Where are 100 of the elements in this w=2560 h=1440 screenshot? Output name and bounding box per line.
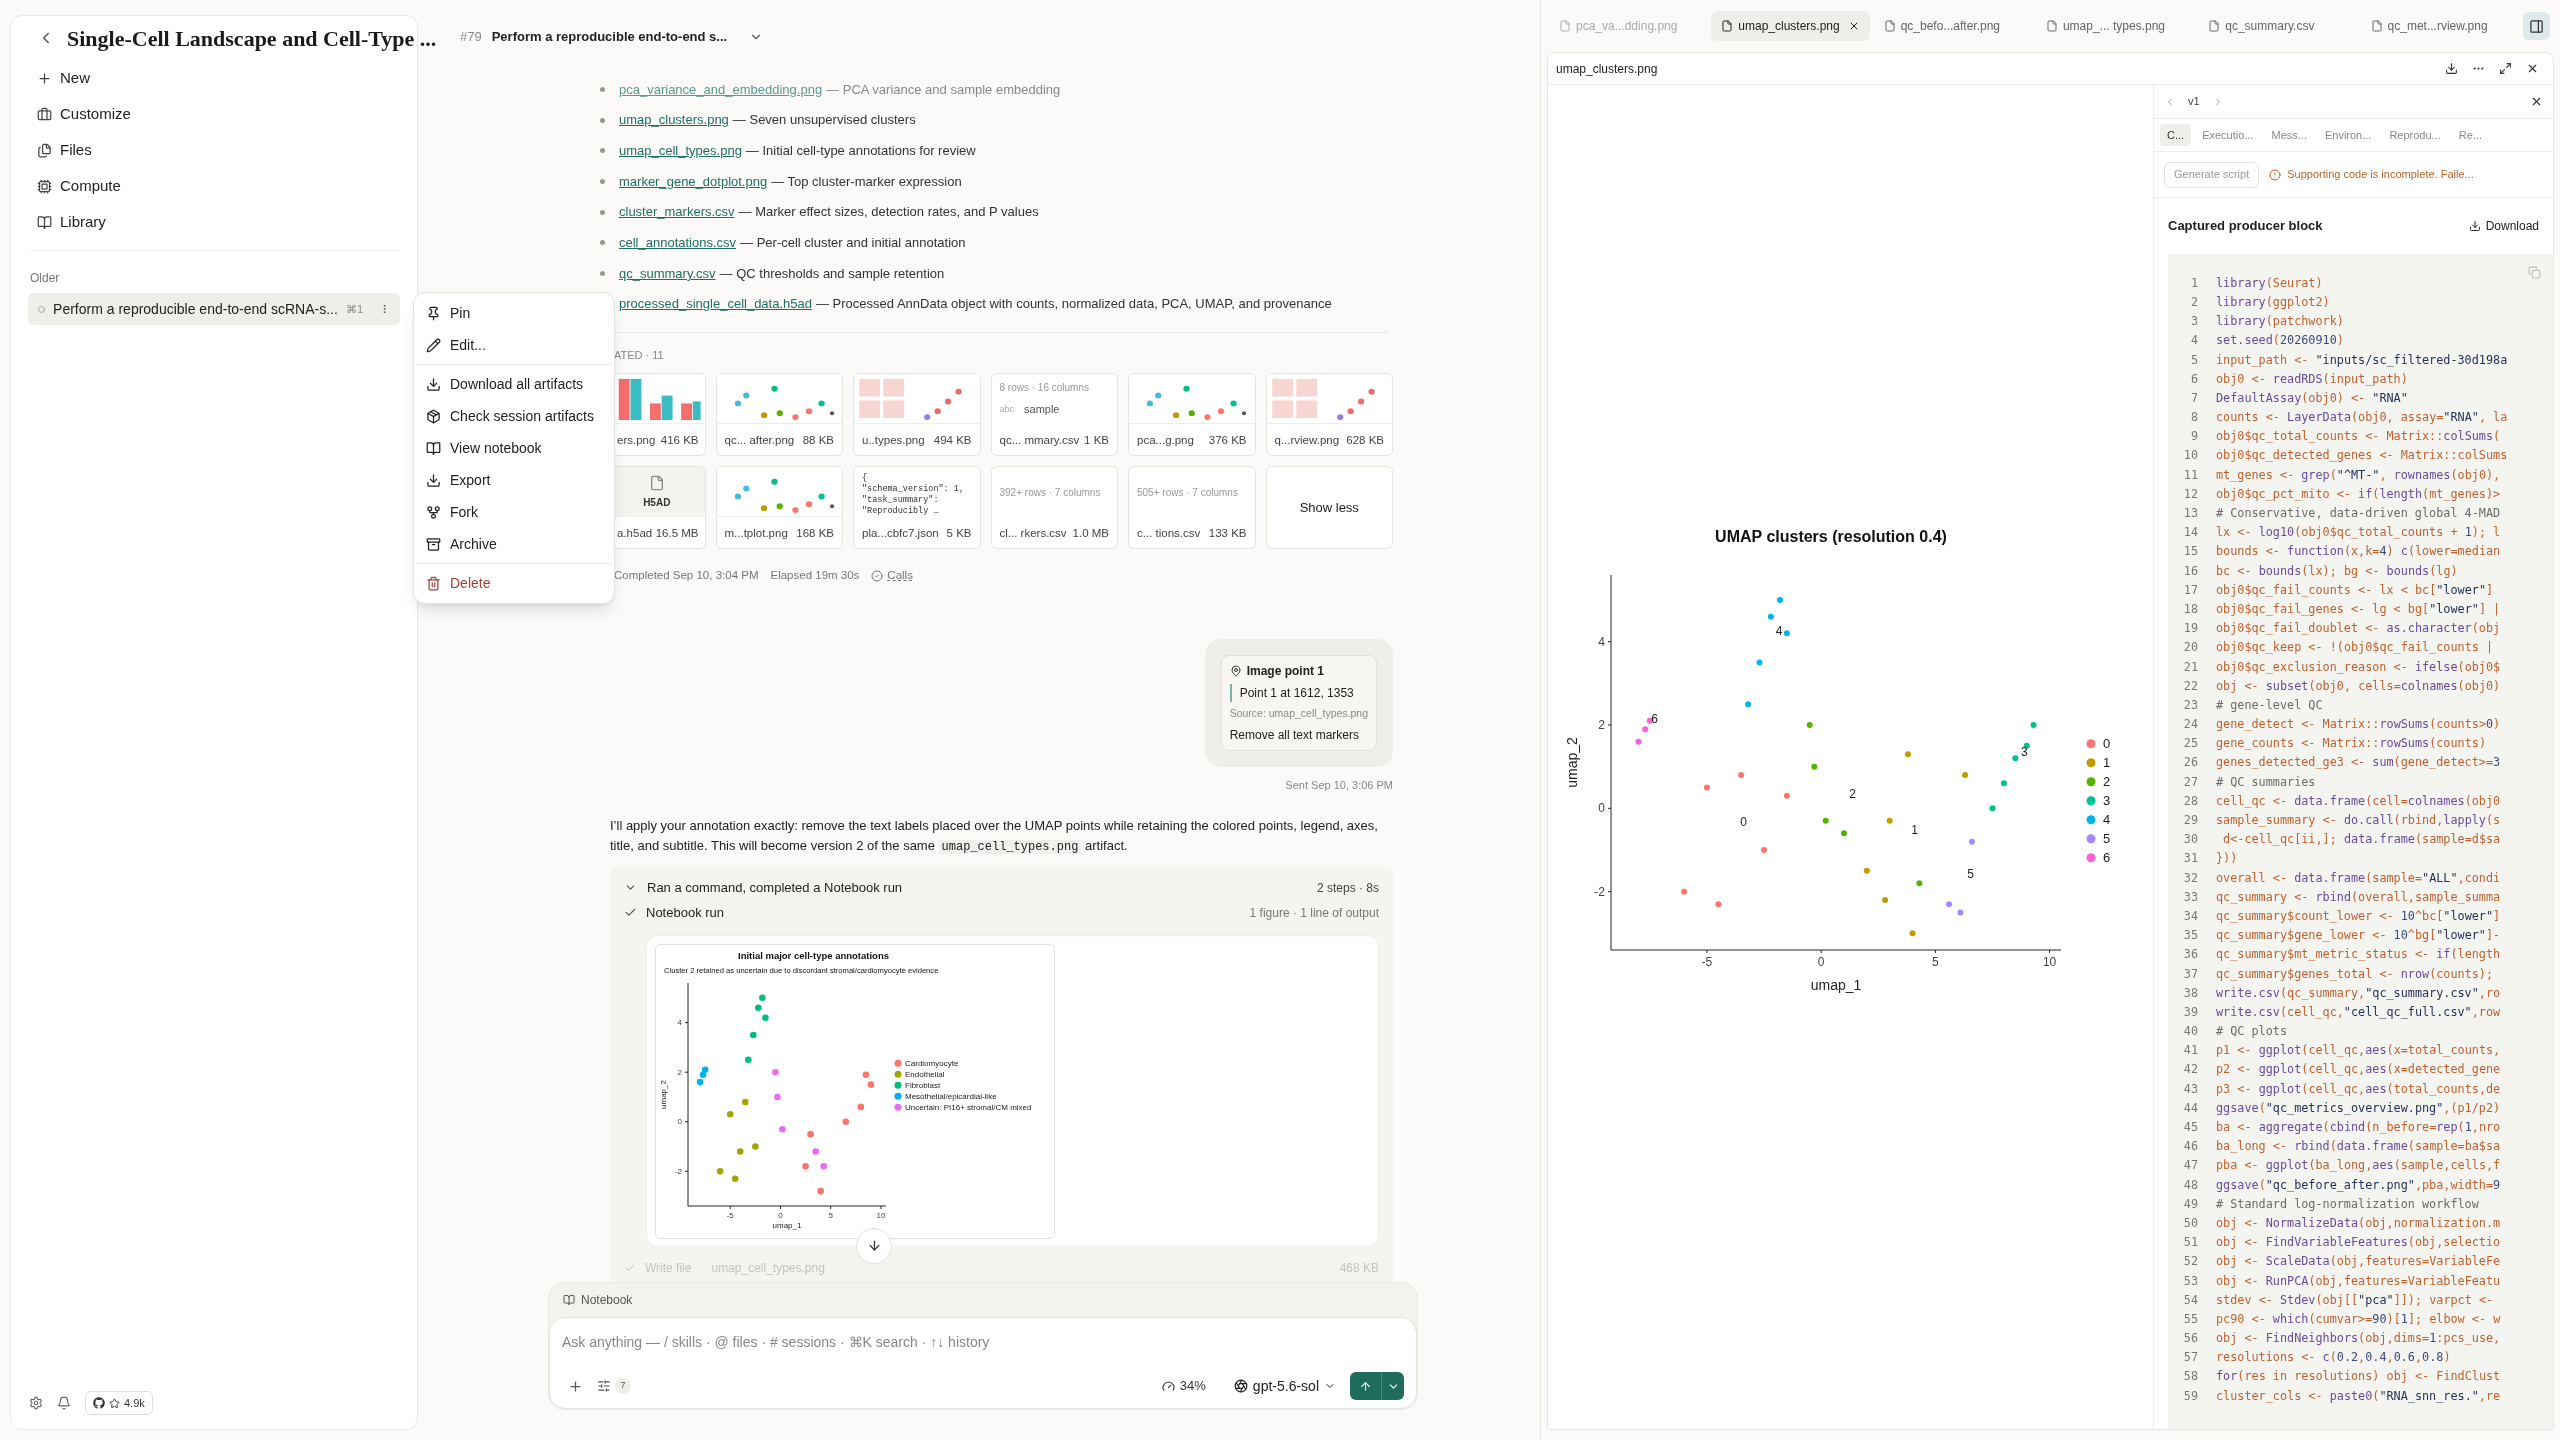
- nav-item[interactable]: Customize: [29, 96, 399, 132]
- y-tick-label: 2: [1597, 718, 1605, 732]
- code-line: obj0$qc_detected_genes <- Matrix::colSums: [2216, 447, 2508, 465]
- line-number: 50: [2182, 1214, 2198, 1232]
- files-icon: [37, 142, 52, 158]
- data-point: [1744, 701, 1751, 708]
- inspector-tab[interactable]: Mess...: [2264, 124, 2314, 146]
- nav-item[interactable]: Files: [29, 132, 399, 168]
- data-point: [745, 1056, 752, 1063]
- download-icon: [2468, 220, 2481, 232]
- artifact-name: pca...g.png: [1137, 432, 1194, 448]
- settings-icon[interactable]: [29, 1396, 43, 1410]
- menu-item[interactable]: Delete: [414, 567, 614, 599]
- data-point: [762, 1013, 769, 1021]
- code-line: p1 <- ggplot(cell_qc,aes(x=total_counts,: [2216, 1042, 2501, 1060]
- step-label: Notebook run: [646, 903, 725, 922]
- steps-summary[interactable]: Ran a command, completed a Notebook run: [647, 877, 903, 898]
- plus-icon[interactable]: [568, 1378, 583, 1394]
- data-point: [817, 1187, 824, 1194]
- legend-item: 4: [2086, 812, 2110, 828]
- code-line: for(res in resolutions) obj <- FindClust: [2216, 1368, 2501, 1386]
- artifact-link[interactable]: processed_single_cell_data.h5ad: [619, 294, 812, 314]
- artifact-link[interactable]: marker_gene_dotplot.png: [619, 171, 768, 192]
- fork-icon: [426, 504, 441, 520]
- artifact-link[interactable]: cell_annotations.csv: [619, 233, 737, 253]
- artifact-link[interactable]: cluster_markers.csv: [619, 202, 735, 222]
- inspector-tab[interactable]: C...: [2160, 124, 2192, 146]
- y-axis-label: umap_2: [659, 1079, 668, 1109]
- expand-icon[interactable]: [2499, 62, 2512, 75]
- line-number: 12: [2182, 485, 2198, 503]
- file-tab[interactable]: qc_met...rview.png: [2360, 11, 2519, 41]
- nav-item[interactable]: Library: [29, 204, 399, 240]
- briefcase-icon: [37, 106, 52, 122]
- artifact-size: 1 KB: [1084, 432, 1109, 448]
- file-tab[interactable]: qc_befo...after.png: [1873, 11, 2032, 41]
- artifact-card[interactable]: pca...g.png 376 KB: [1128, 373, 1256, 456]
- file-tab[interactable]: umap_clusters.png: [1711, 11, 1870, 41]
- bell-icon[interactable]: [57, 1396, 71, 1410]
- github-icon: [93, 1397, 105, 1409]
- legend-label: 3: [2102, 793, 2110, 809]
- artifact-name: pla...cbfc7.json: [862, 525, 939, 541]
- inspector-tab[interactable]: Re...: [2451, 124, 2489, 146]
- nav-item[interactable]: New: [29, 60, 399, 96]
- cluster-label: 2: [1848, 786, 1856, 801]
- artifact-link[interactable]: umap_cell_types.png: [619, 140, 742, 161]
- close-icon[interactable]: [2526, 62, 2539, 75]
- line-number: 26: [2182, 754, 2198, 772]
- data-point: [1783, 792, 1790, 799]
- inspector-tab[interactable]: Reprodu...: [2382, 124, 2448, 146]
- file-tab[interactable]: umap_... types.png: [2035, 11, 2195, 41]
- close-icon[interactable]: [2530, 95, 2543, 108]
- chart-title: Initial major cell-type annotations: [738, 949, 889, 961]
- artifact-name: m...tplot.png: [724, 525, 788, 541]
- line-number: 58: [2182, 1368, 2198, 1386]
- sliders-icon[interactable]: [597, 1379, 611, 1393]
- inspector-tab[interactable]: Environ...: [2317, 124, 2379, 146]
- steps-meta: 2 steps · 8s: [1316, 879, 1379, 897]
- code-line: library(ggplot2): [2216, 293, 2330, 311]
- line-number: 15: [2182, 543, 2198, 561]
- data-point: [842, 1117, 850, 1125]
- line-number: 38: [2182, 984, 2198, 1002]
- x-tick-label: -5: [726, 1210, 735, 1220]
- file-icon: [648, 474, 665, 491]
- data-point: [1634, 738, 1641, 745]
- calls-link[interactable]: Calls: [871, 567, 913, 585]
- code-line: genes_detected_ge3 <- sum(gene_detect>=3: [2216, 754, 2501, 772]
- model-selector[interactable]: gpt-5.6-sol: [1233, 1375, 1336, 1397]
- line-number: 52: [2182, 1253, 2198, 1271]
- code-line: set.seed(20260910): [2216, 332, 2344, 350]
- artifact-card[interactable]: 505+ rows · 7 columns c... tions.csv 133 KB: [1128, 466, 1256, 549]
- code-line: write.csv(cell_qc,"cell_qc_full.csv",row: [2216, 1003, 2501, 1021]
- message-input[interactable]: Ask anything — / skills · @ files · # sessions · ⌘K search · ↑↓ history: [562, 1332, 1404, 1353]
- artifact-card[interactable]: u..types.png 494 KB: [853, 373, 981, 456]
- legend-label: Cardiomyocyte: [905, 1058, 959, 1068]
- legend-item: 5: [2086, 831, 2110, 847]
- file-tab[interactable]: qc_summary.csv: [2198, 11, 2357, 41]
- line-number: 44: [2182, 1099, 2198, 1117]
- menu-item[interactable]: Pin: [414, 297, 614, 329]
- artifact-card[interactable]: { "schema_version": 1, "task_summary": "Reproducibly … pla...cbfc7.json 5 KB: [853, 466, 981, 549]
- data-point: [1915, 880, 1922, 887]
- menu-item[interactable]: Edit...: [414, 329, 614, 361]
- artifact-card[interactable]: 8 rows · 16 columns abc sample qc... mmary.csv 1 KB: [990, 373, 1118, 456]
- data-point: [755, 1004, 762, 1011]
- show-less-button[interactable]: Show less: [1265, 466, 1393, 549]
- artifact-card[interactable]: m...tplot.png 168 KB: [715, 466, 843, 549]
- artifact-card[interactable]: q...rview.png 628 KB: [1265, 373, 1393, 456]
- artifact-link[interactable]: qc_summary.csv: [619, 263, 716, 284]
- artifact-card[interactable]: 392+ rows · 7 columns cl... rkers.csv 1.0 MB: [990, 466, 1118, 549]
- inspector-tab[interactable]: Executio...: [2195, 124, 2261, 146]
- download-icon[interactable]: [2445, 62, 2458, 75]
- line-number: 18: [2182, 600, 2198, 618]
- y-axis: -2 0 2 4: [1593, 574, 1611, 951]
- artifact-card[interactable]: qc... after.png 88 KB: [715, 373, 843, 456]
- nav-item[interactable]: Compute: [29, 168, 399, 204]
- artifact-link[interactable]: umap_clusters.png: [619, 110, 729, 130]
- panel-toggle-button[interactable]: [2522, 12, 2550, 40]
- session-item[interactable]: Perform a reproducible end-to-end scRNA-s... ⌘1: [28, 293, 400, 325]
- github-stars-button[interactable]: 4.9k: [85, 1391, 153, 1415]
- data-point: [1961, 772, 1968, 778]
- download-button[interactable]: Download: [2468, 217, 2539, 235]
